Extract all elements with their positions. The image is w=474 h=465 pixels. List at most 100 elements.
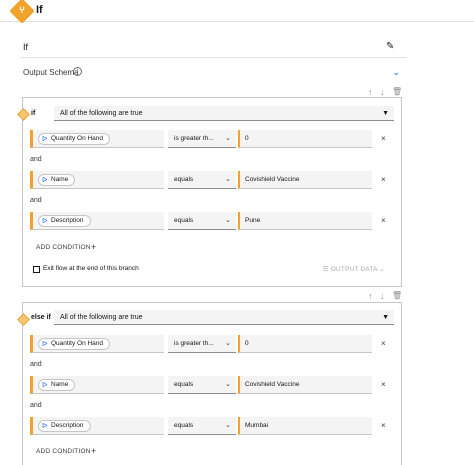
exit-flow-checkbox[interactable] (33, 266, 40, 273)
operator-select[interactable]: equals ⌄ (168, 212, 236, 230)
field-tag[interactable]: ᐅ Name (38, 174, 76, 186)
header-bar: ⑂ If (0, 0, 474, 24)
chevron-down-icon: ⌄ (225, 340, 231, 347)
condition-row: ᐅ Description equals ⌄ Mumbai × (30, 417, 386, 435)
field-type-icon: ᐅ (42, 218, 48, 225)
remove-condition-icon[interactable]: × (381, 134, 386, 144)
field-tag-label: Description (51, 217, 84, 224)
condition-row: ᐅ Quantity On Hand is greater th... ⌄ 0 × (30, 130, 386, 148)
value-input[interactable]: Covishield Vaccine (238, 376, 372, 394)
field-type-icon: ᐅ (42, 423, 48, 430)
condition-field[interactable]: ᐅ Name (30, 171, 164, 189)
move-up-icon[interactable]: ↑ (368, 291, 373, 301)
page-title: If (36, 4, 43, 16)
value-input[interactable]: Mumbai (238, 417, 372, 435)
operator-select[interactable]: is greater th... ⌄ (168, 130, 236, 148)
value-input[interactable]: Covishield Vaccine (238, 171, 372, 189)
operator-select[interactable]: equals ⌄ (168, 171, 236, 189)
field-tag[interactable]: ᐅ Quantity On Hand (38, 133, 111, 145)
delete-icon[interactable]: 🗑 (392, 87, 402, 97)
caret-down-icon: ▼ (382, 110, 389, 117)
field-tag[interactable]: ᐅ Description (38, 215, 91, 227)
add-condition-label: ADD CONDITION (36, 244, 91, 251)
value-input[interactable]: Pune (238, 212, 372, 230)
and-label: and (30, 197, 42, 204)
operator-value: equals (174, 176, 194, 183)
info-icon[interactable]: i (73, 67, 82, 76)
chevron-down-icon: ⌄ (225, 176, 231, 183)
remove-condition-icon[interactable]: × (381, 175, 386, 185)
output-data-button[interactable]: ☰ OUTPUT DATA ⌄ (323, 265, 385, 273)
chevron-down-icon: ⌄ (225, 422, 231, 429)
field-type-icon: ᐅ (42, 136, 48, 143)
output-schema-row[interactable]: Output Schema i ⌄ (20, 66, 406, 82)
remove-condition-icon[interactable]: × (381, 421, 386, 431)
field-tag[interactable]: ᐅ Description (38, 420, 91, 432)
match-type-select[interactable]: All of the following are true ▼ (54, 106, 394, 121)
operator-value: equals (174, 217, 194, 224)
remove-condition-icon[interactable]: × (381, 216, 386, 226)
and-label: and (30, 361, 42, 368)
condition-row: ᐅ Quantity On Hand is greater th... ⌄ 0 × (30, 335, 386, 353)
move-down-icon[interactable]: ↓ (380, 291, 385, 301)
output-schema-label: Output Schema (23, 68, 79, 77)
branch-marker-icon (17, 108, 30, 121)
condition-field[interactable]: ᐅ Quantity On Hand (30, 335, 164, 353)
chevron-down-icon: ⌄ (225, 135, 231, 142)
and-label: and (30, 402, 42, 409)
exit-flow-label: Exit flow at the end of this branch (43, 265, 139, 272)
and-label: and (30, 156, 42, 163)
condition-row: ᐅ Name equals ⌄ Covishield Vaccine × (30, 171, 386, 189)
plus-icon: + (91, 242, 97, 252)
list-icon: ☰ (322, 266, 331, 273)
condition-field[interactable]: ᐅ Name (30, 376, 164, 394)
field-type-icon: ᐅ (42, 177, 48, 184)
move-down-icon[interactable]: ↓ (380, 87, 385, 97)
caret-down-icon: ▼ (382, 314, 389, 321)
add-condition-button[interactable]: ADD CONDITION + (36, 243, 96, 252)
field-tag-label: Name (51, 176, 69, 183)
field-type-icon: ᐅ (42, 341, 48, 348)
operator-select[interactable]: equals ⌄ (168, 376, 236, 394)
operator-value: equals (174, 381, 194, 388)
remove-condition-icon[interactable]: × (381, 339, 386, 349)
delete-icon[interactable]: 🗑 (392, 291, 402, 301)
remove-condition-icon[interactable]: × (381, 380, 386, 390)
condition-field[interactable]: ᐅ Description (30, 212, 164, 230)
field-type-icon: ᐅ (42, 382, 48, 389)
operator-select[interactable]: is greater th... ⌄ (168, 335, 236, 353)
if-branch-card: if All of the following are true ▼ ᐅ Quan… (17, 97, 402, 287)
else-if-branch-card: else if All of the following are true ▼ … (17, 302, 402, 465)
pencil-icon[interactable]: ✎ (386, 41, 398, 53)
branch-label: if (31, 110, 36, 117)
chevron-down-icon: ⌄ (377, 266, 385, 273)
condition-row: ᐅ Name equals ⌄ Covishield Vaccine × (30, 376, 386, 394)
operator-select[interactable]: equals ⌄ (168, 417, 236, 435)
branch-marker-icon (17, 313, 30, 326)
output-data-label: OUTPUT DATA (330, 266, 378, 273)
field-tag-label: Quantity On Hand (51, 135, 104, 142)
operator-value: is greater th... (174, 340, 214, 347)
value-input[interactable]: 0 (238, 130, 372, 148)
field-tag-label: Quantity On Hand (51, 340, 104, 347)
add-condition-button[interactable]: ADD CONDITION + (36, 447, 96, 456)
operator-value: equals (174, 422, 194, 429)
match-type-value: All of the following are true (60, 110, 143, 117)
field-tag[interactable]: ᐅ Name (38, 379, 76, 391)
step-name-value: If (23, 42, 29, 52)
field-tag-label: Name (51, 381, 69, 388)
value-input[interactable]: 0 (238, 335, 372, 353)
move-up-icon[interactable]: ↑ (368, 87, 373, 97)
operator-value: is greater th... (174, 135, 214, 142)
field-tag[interactable]: ᐅ Quantity On Hand (38, 338, 111, 350)
condition-field[interactable]: ᐅ Description (30, 417, 164, 435)
chevron-down-icon[interactable]: ⌄ (392, 67, 400, 78)
plus-icon: + (91, 446, 97, 456)
chevron-down-icon: ⌄ (225, 381, 231, 388)
add-condition-label: ADD CONDITION (36, 448, 91, 455)
branch-glyph-icon: ⑂ (19, 5, 25, 16)
condition-field[interactable]: ᐅ Quantity On Hand (30, 130, 164, 148)
match-type-select[interactable]: All of the following are true ▼ (54, 310, 394, 325)
field-tag-label: Description (51, 422, 84, 429)
step-name-field[interactable]: If ✎ (20, 38, 406, 58)
